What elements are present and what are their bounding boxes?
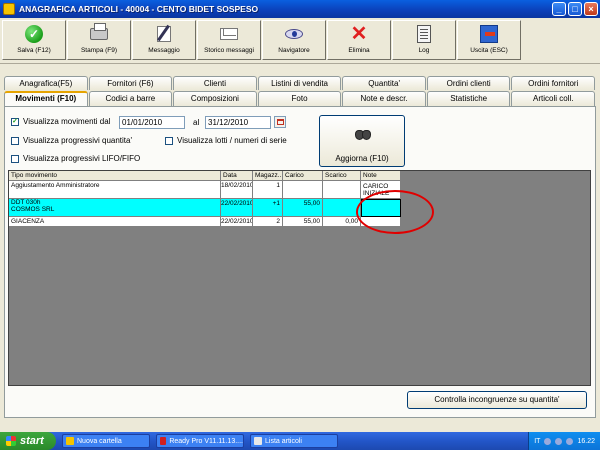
title-bar: ANAGRAFICA ARTICOLI - 40004 - CENTO BIDE…: [0, 0, 600, 18]
language-indicator[interactable]: IT: [534, 438, 540, 445]
tray-icon[interactable]: [566, 437, 574, 445]
tab-anagrafica[interactable]: Anagrafica(F5): [4, 76, 88, 90]
cell-tipo: GIACENZA: [9, 217, 221, 227]
window-title: ANAGRAFICA ARTICOLI - 40004 - CENTO BIDE…: [19, 4, 259, 14]
taskbar-item-lista-articoli[interactable]: Lista articoli: [250, 434, 338, 448]
date-to-label: al: [193, 118, 200, 127]
cell-data: 22/02/2010: [221, 217, 253, 227]
column-header-note[interactable]: Note: [361, 171, 401, 181]
tab-composizioni[interactable]: Composizioni: [173, 91, 257, 106]
calendar-icon: [276, 119, 284, 125]
clock: 16.22: [577, 437, 595, 445]
exit-icon: [479, 24, 499, 44]
message-history-button[interactable]: Storico messaggi: [197, 20, 261, 60]
tab-quantita[interactable]: Quantita': [342, 76, 426, 90]
cell-magazzino: 1: [253, 181, 283, 199]
tab-clienti[interactable]: Clienti: [173, 76, 257, 90]
system-tray: IT 16.22: [528, 432, 600, 450]
date-to-input[interactable]: 31/12/2010: [205, 116, 271, 129]
cell-data: 22/02/2010: [221, 199, 253, 217]
maximize-button[interactable]: □: [568, 2, 582, 16]
exit-button[interactable]: Uscita (ESC): [457, 20, 521, 60]
show-movements-checkbox[interactable]: ✓ Visualizza movimenti dal: [11, 117, 110, 126]
close-button[interactable]: ×: [584, 2, 598, 16]
cell-data: 18/02/2010: [221, 181, 253, 199]
tab-fornitori[interactable]: Fornitori (F6): [88, 76, 173, 90]
tab-foto[interactable]: Foto: [257, 91, 342, 106]
taskbar-item-nuova-cartella[interactable]: Nuova cartella: [62, 434, 150, 448]
tab-listini-vendita[interactable]: Listini di vendita: [257, 76, 342, 90]
eye-icon: [284, 24, 304, 44]
log-button[interactable]: Log: [392, 20, 456, 60]
app-icon: [3, 3, 15, 15]
print-button[interactable]: Stampa (F9): [67, 20, 131, 60]
column-header-data[interactable]: Data: [221, 171, 253, 181]
navigator-button[interactable]: Navigatore: [262, 20, 326, 60]
cell-scarico: [323, 181, 361, 199]
window-icon: [254, 437, 262, 445]
cell-carico: 55,00: [283, 199, 323, 217]
toolbar: ✓ Salva (F12) Stampa (F9) Messaggio Stor…: [0, 18, 600, 64]
taskbar-item-ready-pro[interactable]: Ready Pro V11.11.13....: [156, 434, 244, 448]
tab-movimenti[interactable]: Movimenti (F10): [4, 91, 88, 106]
windows-logo-icon: [6, 436, 16, 446]
message-button[interactable]: Messaggio: [132, 20, 196, 60]
annotation-circle: [356, 190, 434, 234]
tabs-row-bottom: Movimenti (F10) Codici a barre Composizi…: [4, 91, 596, 106]
tab-articoli-coll[interactable]: Articoli coll.: [511, 91, 596, 106]
refresh-button[interactable]: Aggiorna (F10): [319, 115, 405, 167]
column-header-carico[interactable]: Carico: [283, 171, 323, 181]
tab-ordini-fornitori[interactable]: Ordini fornitori: [511, 76, 596, 90]
checkbox-empty-icon: [11, 136, 19, 145]
binoculars-icon: [354, 128, 372, 140]
table-row[interactable]: GIACENZA 22/02/2010 2 55,00 0,00: [9, 217, 401, 227]
tab-statistiche[interactable]: Statistiche: [426, 91, 511, 106]
cell-magazzino: +1: [253, 199, 283, 217]
grid-header: Tipo movimento Data Magazz... Carico Sca…: [9, 171, 401, 181]
start-button[interactable]: start: [0, 432, 56, 450]
tab-ordini-clienti[interactable]: Ordini clienti: [426, 76, 511, 90]
check-inconsistencies-button[interactable]: Controlla incongruenze su quantita': [407, 391, 587, 409]
app-icon: [160, 437, 167, 445]
cell-magazzino: 2: [253, 217, 283, 227]
mail-icon: [219, 24, 239, 44]
check-icon: ✓: [24, 24, 44, 44]
tabs-row-top: Anagrafica(F5) Fornitori (F6) Clienti Li…: [4, 76, 596, 90]
lots-serials-checkbox[interactable]: Visualizza lotti / numeri di serie: [165, 136, 287, 145]
date-from-input[interactable]: 01/01/2010: [119, 116, 185, 129]
delete-button[interactable]: ✕ Elimina: [327, 20, 391, 60]
checkbox-empty-icon: [11, 154, 19, 163]
tab-codici-barre[interactable]: Codici a barre: [88, 91, 173, 106]
movements-panel: ✓ Visualizza movimenti dal 01/01/2010 al…: [4, 106, 596, 418]
tray-icon[interactable]: [555, 437, 563, 445]
table-row-selected[interactable]: DDT 030h COSMOS SRL 22/02/2010 +1 55,00: [9, 199, 401, 217]
cell-carico: [283, 181, 323, 199]
x-icon: ✕: [350, 23, 368, 45]
cell-scarico: 0,00: [323, 217, 361, 227]
log-icon: [414, 24, 434, 44]
column-header-tipo[interactable]: Tipo movimento: [9, 171, 221, 181]
pen-icon: [154, 24, 174, 44]
column-header-scarico[interactable]: Scarico: [323, 171, 361, 181]
movements-grid[interactable]: Tipo movimento Data Magazz... Carico Sca…: [8, 170, 591, 386]
progressive-qty-checkbox[interactable]: Visualizza progressivi quantita': [11, 136, 132, 145]
checkbox-checked-icon: ✓: [11, 117, 19, 126]
cell-tipo: DDT 030h COSMOS SRL: [9, 199, 221, 217]
tab-note-descr[interactable]: Note e descr.: [342, 91, 426, 106]
save-button[interactable]: ✓ Salva (F12): [2, 20, 66, 60]
calendar-button[interactable]: [274, 116, 286, 128]
tray-icon[interactable]: [544, 437, 552, 445]
lifo-fifo-checkbox[interactable]: Visualizza progressivi LIFO/FIFO: [11, 154, 140, 163]
checkbox-empty-icon: [165, 136, 173, 145]
printer-icon: [89, 23, 109, 44]
cell-carico: 55,00: [283, 217, 323, 227]
folder-icon: [66, 437, 74, 445]
minimize-button[interactable]: _: [552, 2, 566, 16]
taskbar: start Nuova cartella Ready Pro V11.11.13…: [0, 432, 600, 450]
table-row[interactable]: Aggiustamento Amministratore 18/02/2010 …: [9, 181, 401, 199]
cell-tipo: Aggiustamento Amministratore: [9, 181, 221, 199]
column-header-magazzino[interactable]: Magazz...: [253, 171, 283, 181]
